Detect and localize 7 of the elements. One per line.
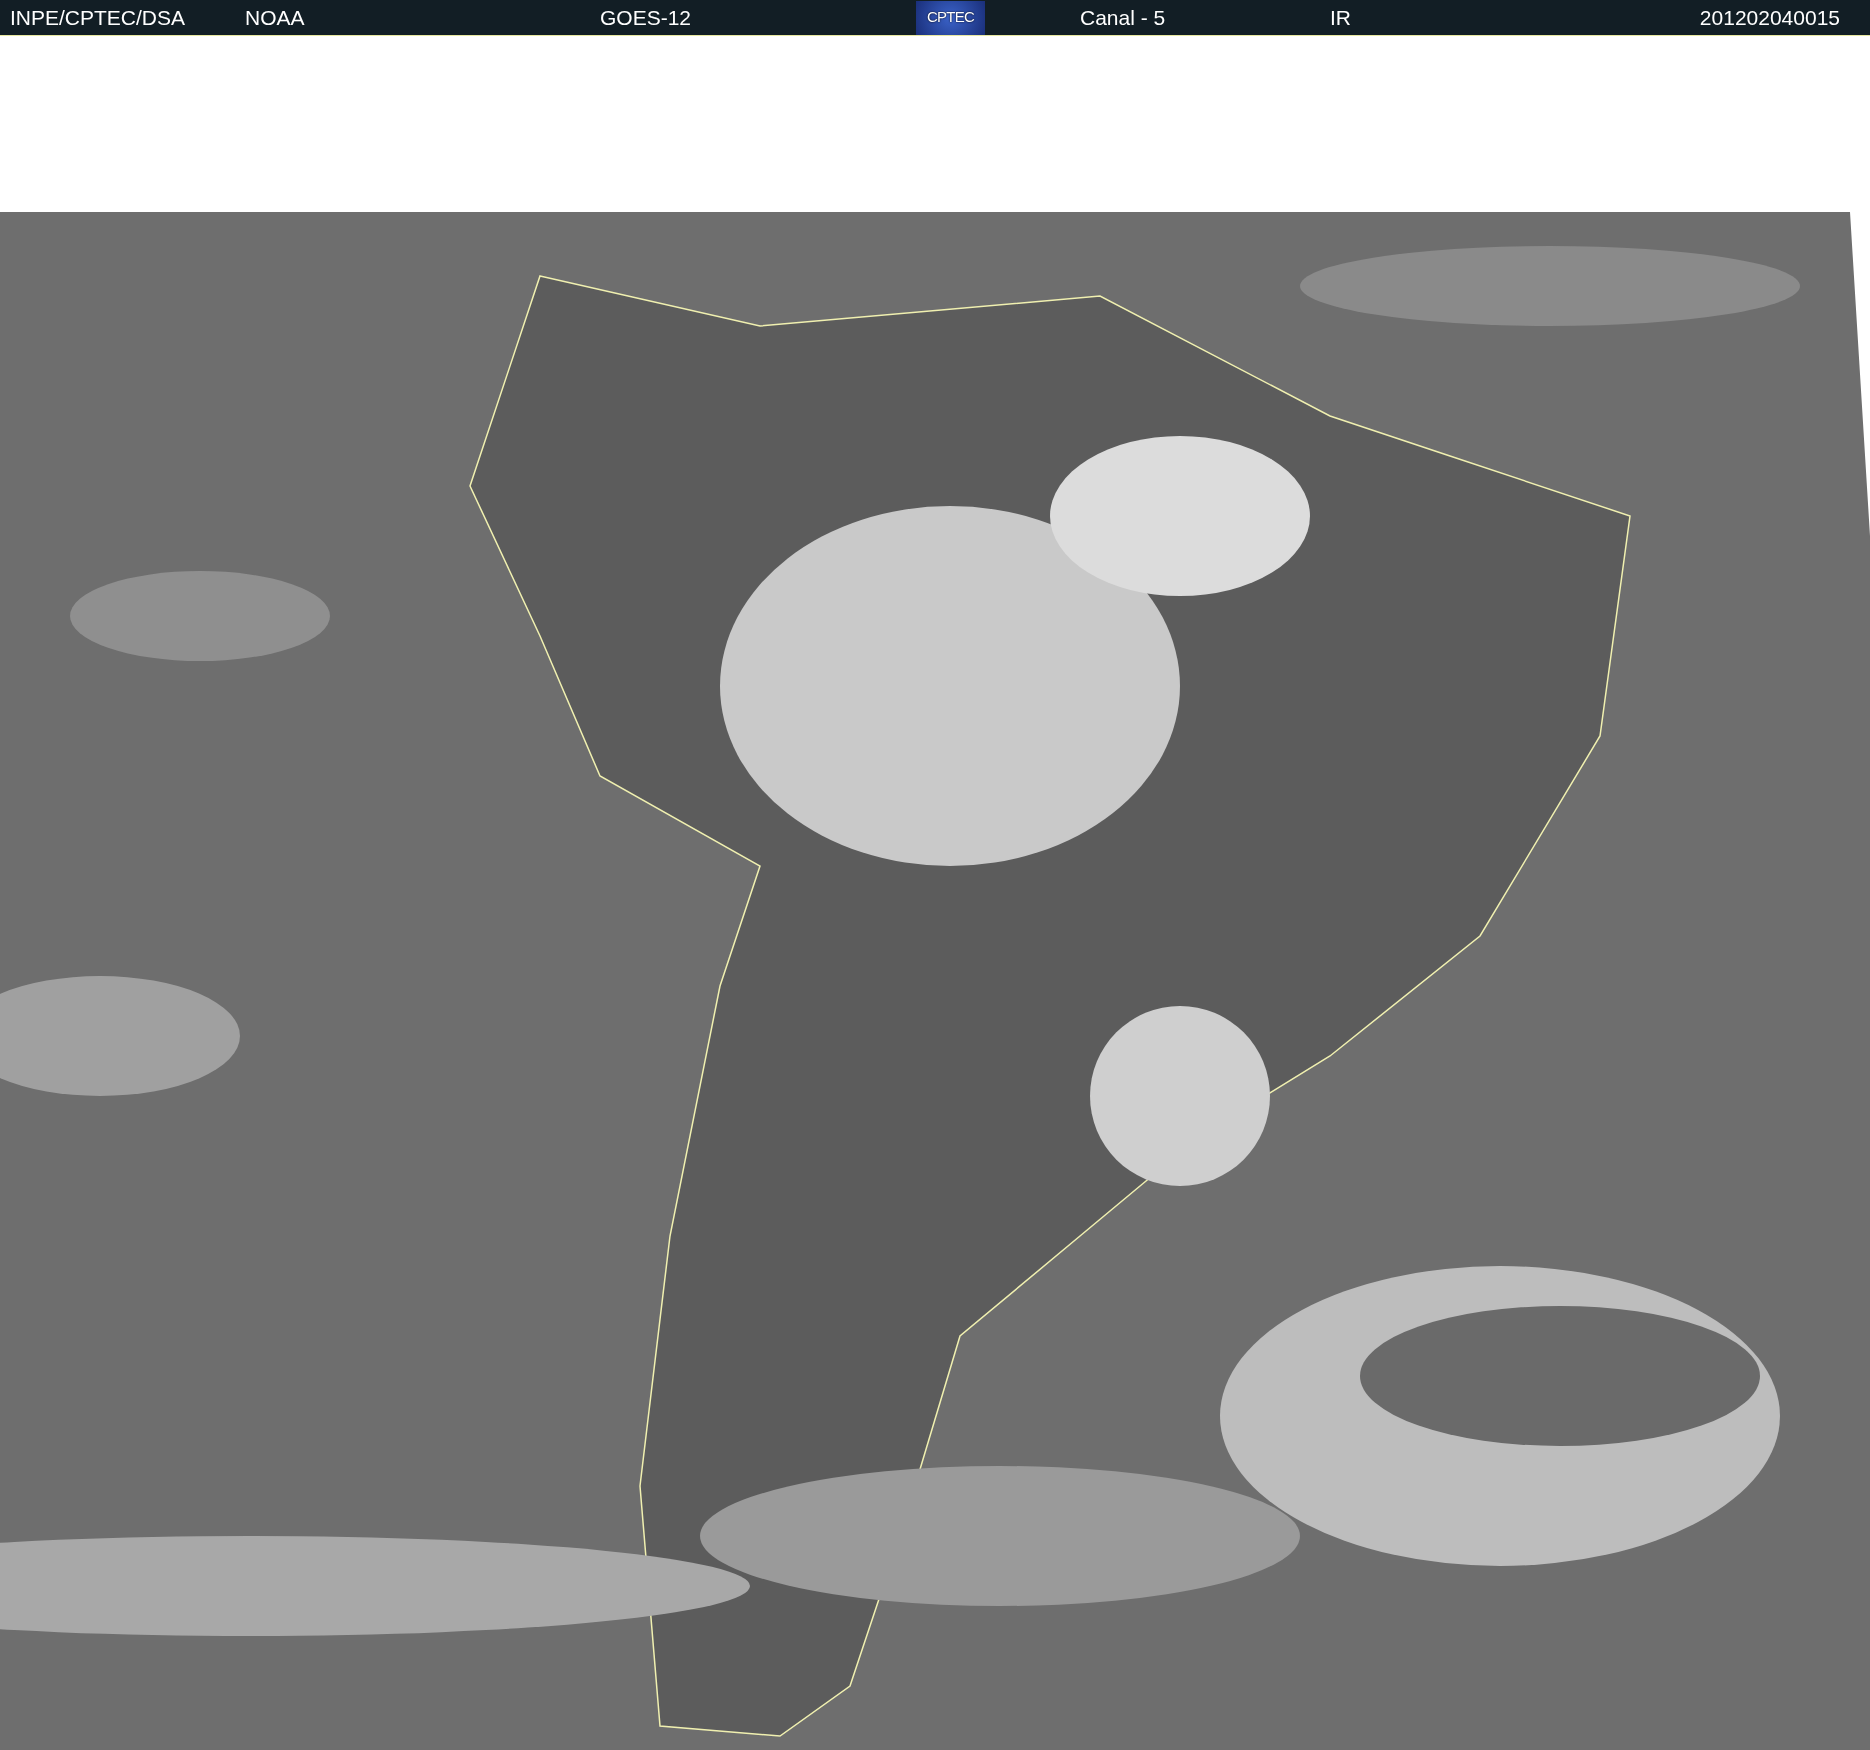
source-label: INPE/CPTEC/DSA bbox=[10, 4, 187, 31]
satellite-label: GOES-12 bbox=[600, 4, 693, 31]
band-label: IR bbox=[1330, 4, 1352, 31]
timestamp-label: 201202040015 bbox=[1699, 4, 1840, 31]
logo: CPTEC bbox=[916, 0, 985, 35]
agency-label: NOAA bbox=[245, 4, 306, 31]
channel-label: Canal - 5 bbox=[1080, 4, 1167, 31]
